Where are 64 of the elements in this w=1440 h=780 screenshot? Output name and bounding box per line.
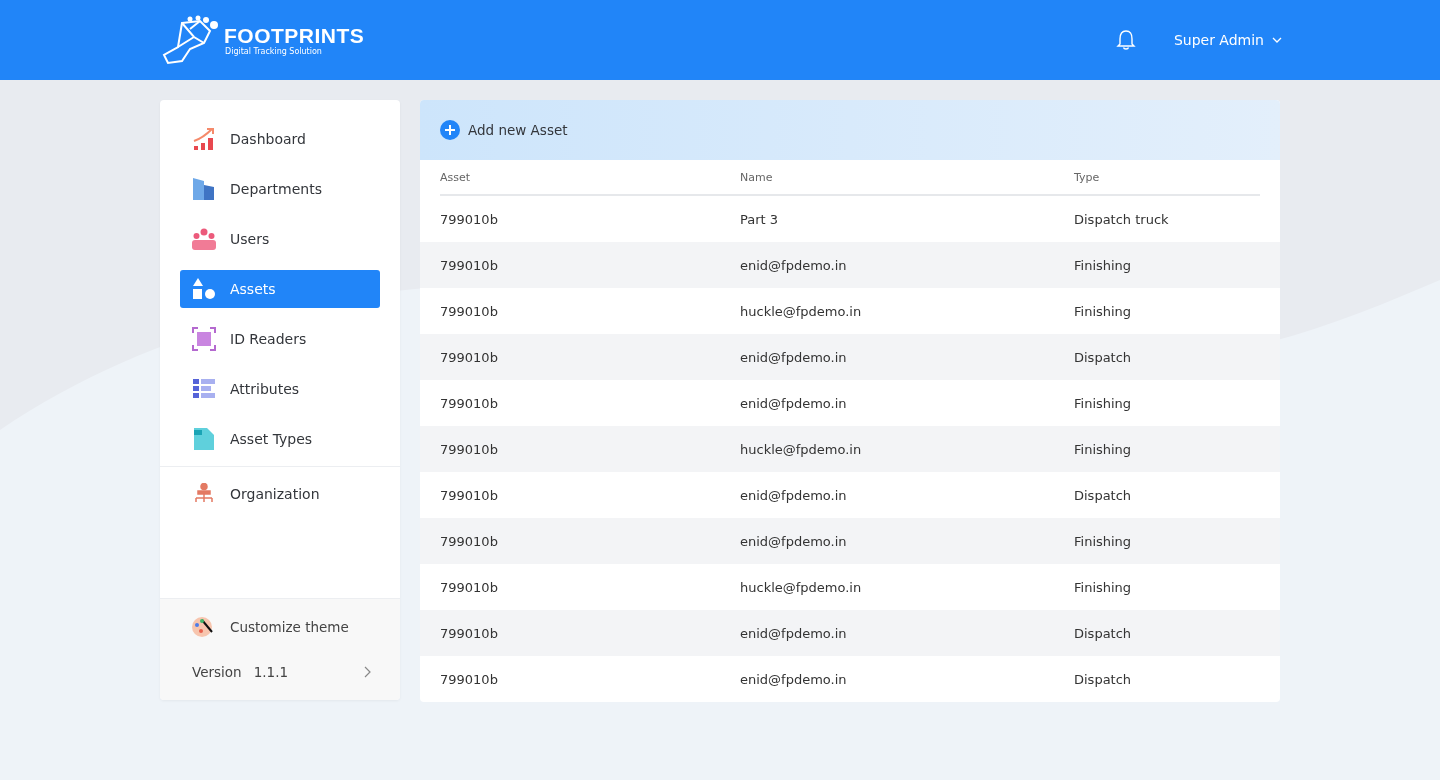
table-cell-text: Dispatch [1074, 349, 1133, 365]
sidebar-item[interactable]: Assets [180, 270, 380, 308]
table-cell-text: Dispatch [1074, 625, 1133, 641]
table-cell-text: Finishing [1074, 395, 1133, 411]
table-cell-text: 799010b [440, 671, 499, 687]
table-cell-text: Dispatch truck [1074, 211, 1170, 227]
building-icon [192, 177, 216, 201]
table-cell-text: 799010b [440, 349, 499, 365]
column-header: Type [1074, 170, 1101, 184]
table-cell-text: 799010b [440, 533, 499, 549]
scanner-icon [192, 327, 216, 351]
shapes-icon [192, 278, 216, 300]
sidebar-item[interactable]: Departments [180, 170, 380, 208]
plus-circle-icon [440, 120, 460, 140]
table-cell-text: huckle@fpdemo.in [740, 579, 863, 595]
table-cell-text: 799010b [440, 441, 499, 457]
brand-name: FOOTPRINTS [224, 24, 365, 47]
table-cell-text: Finishing [1074, 533, 1133, 549]
table-cell-text: enid@fpdemo.in [740, 487, 848, 503]
add-asset-button[interactable]: Add new Asset [440, 120, 568, 140]
version-label: Version [192, 664, 242, 680]
bell-icon[interactable] [1115, 29, 1136, 51]
version-number: 1.1.1 [253, 664, 288, 680]
file-icon [192, 428, 216, 450]
table-cell-text: 799010b [440, 579, 499, 595]
table-cell-text: huckle@fpdemo.in [740, 303, 863, 319]
table-cell-text: enid@fpdemo.in [740, 257, 848, 273]
table-cell-text: enid@fpdemo.in [740, 625, 848, 641]
table-cell-text: enid@fpdemo.in [740, 533, 848, 549]
user-menu[interactable]: Super Admin [1173, 32, 1282, 48]
table-cell-text: enid@fpdemo.in [740, 395, 848, 411]
table-cell-text: Finishing [1074, 441, 1133, 457]
brand-tagline: Digital Tracking Solution [225, 46, 323, 56]
table-cell-text: Part 3 [740, 211, 780, 227]
table-cell-text: 799010b [440, 303, 499, 319]
table-cell-text: 799010b [440, 211, 499, 227]
users-icon [192, 228, 216, 250]
table-cell-text: Dispatch [1074, 671, 1133, 687]
column-header: Name [740, 170, 774, 184]
table-cell-text: 799010b [440, 395, 499, 411]
sidebar-item[interactable]: Dashboard [180, 120, 380, 158]
chevron-right-icon[interactable] [364, 666, 371, 678]
sidebar-item[interactable]: ID Readers [180, 320, 380, 358]
sidebar-item[interactable]: Attributes [180, 370, 380, 408]
table-cell-text: Dispatch [1074, 487, 1133, 503]
column-header: Asset [440, 170, 472, 184]
table-cell-text: enid@fpdemo.in [740, 349, 848, 365]
list-icon [192, 379, 216, 399]
chevron-down-icon [1272, 37, 1282, 43]
table-cell-text: Finishing [1074, 257, 1133, 273]
chart-icon [192, 127, 216, 151]
table-cell-text: Finishing [1074, 579, 1133, 595]
table-cell-text: 799010b [440, 487, 499, 503]
sidebar-item[interactable]: Asset Types [180, 420, 380, 458]
customize-theme-button[interactable]: Customize theme [160, 609, 400, 645]
sidebar-item[interactable]: Users [180, 220, 380, 258]
table-cell-text: huckle@fpdemo.in [740, 441, 863, 457]
org-chart-icon [192, 483, 216, 505]
table-cell-text: 799010b [440, 257, 499, 273]
sidebar-item[interactable]: Organization [180, 475, 380, 513]
table-cell-text: enid@fpdemo.in [740, 671, 848, 687]
palette-icon [192, 616, 214, 638]
table-cell-text: Finishing [1074, 303, 1133, 319]
table-cell-text: 799010b [440, 625, 499, 641]
